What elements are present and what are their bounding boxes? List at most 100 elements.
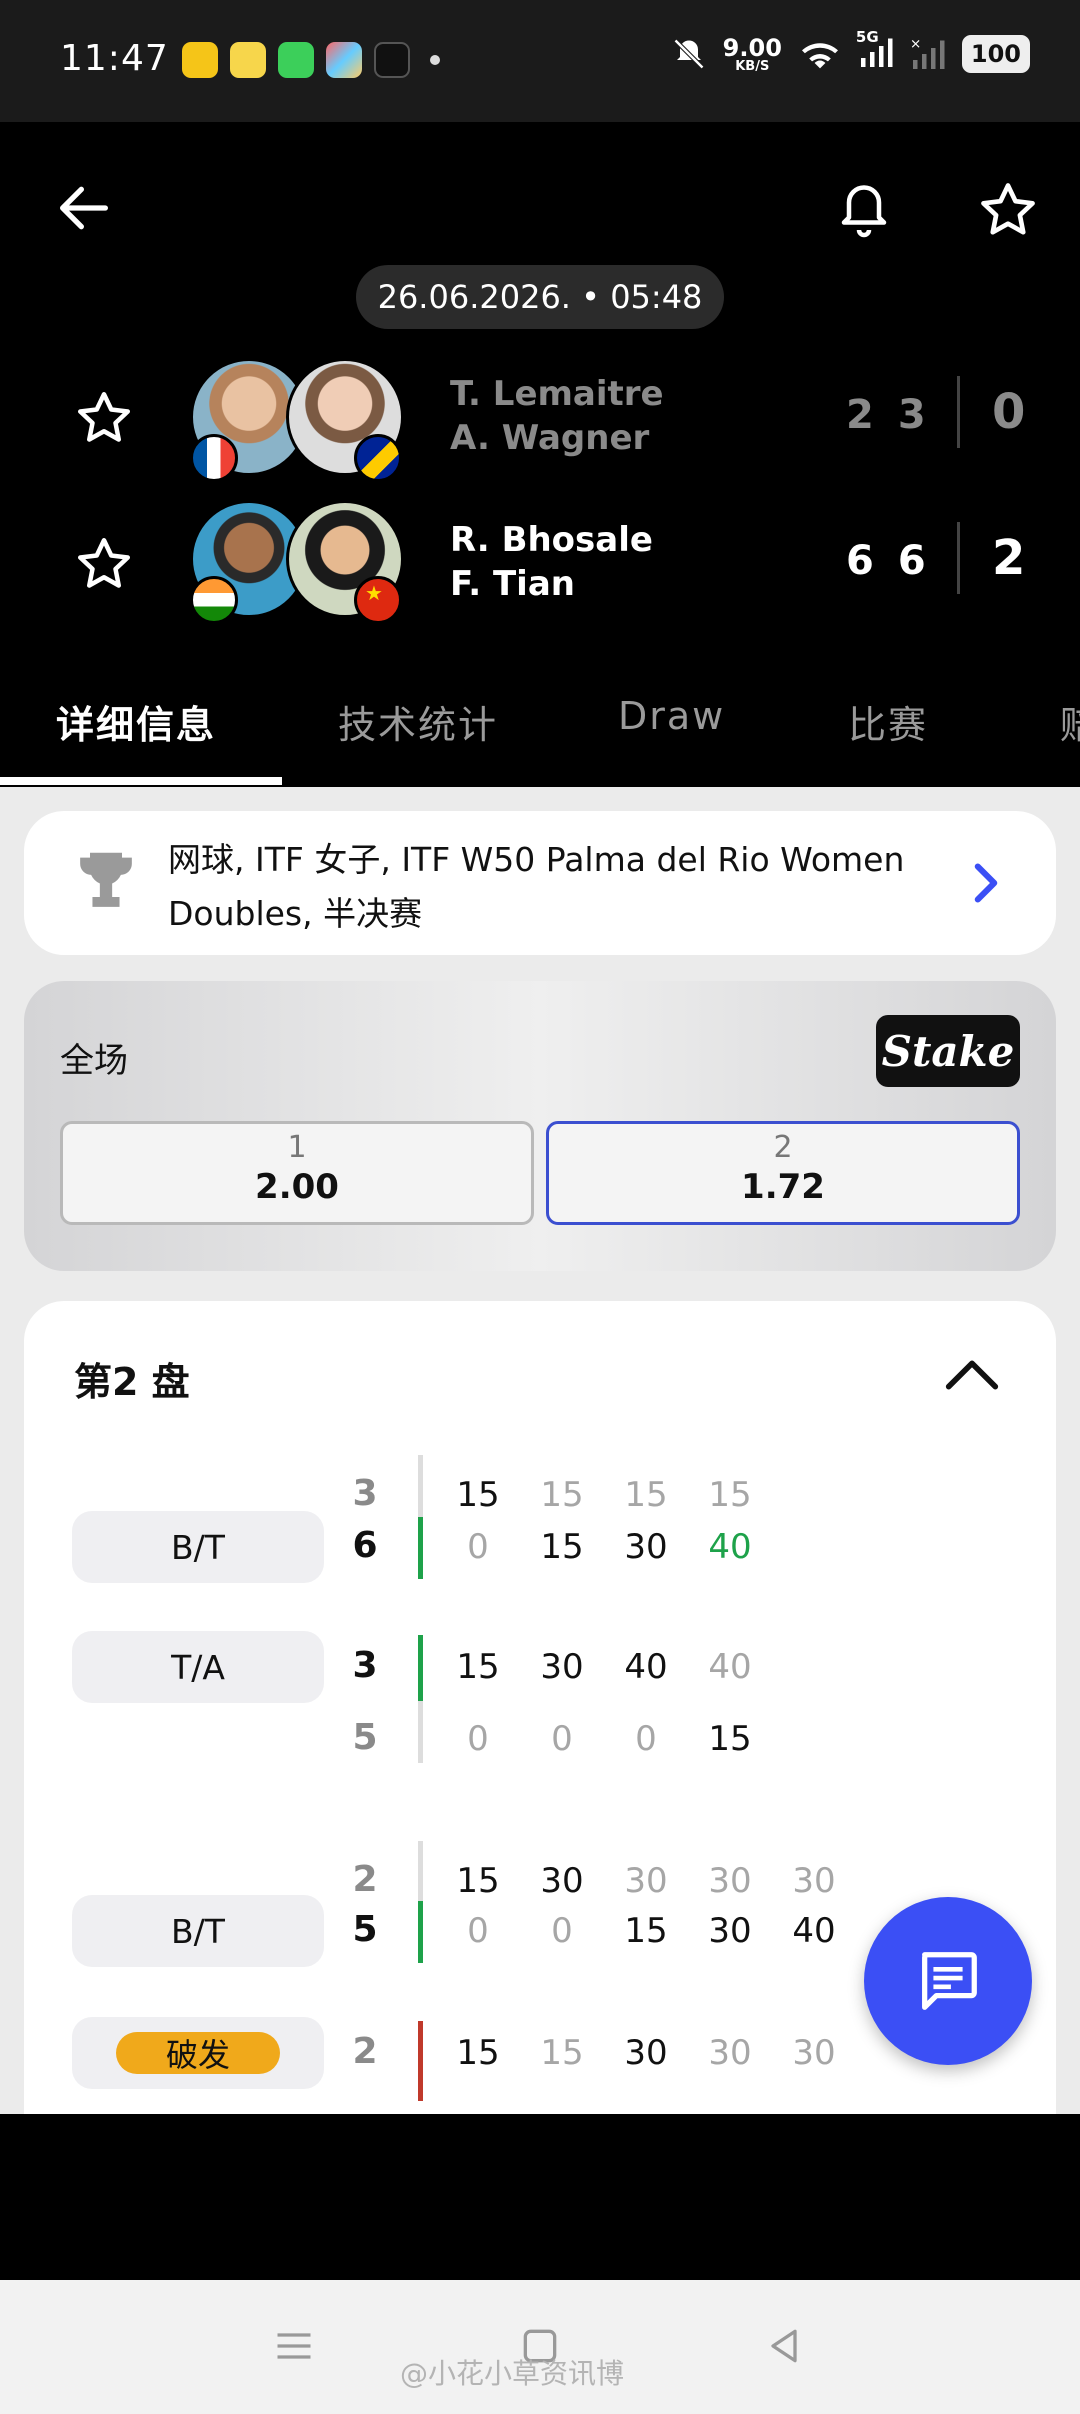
star-icon [78, 392, 130, 442]
league-name: 网球, ITF 女子, ITF W50 Palma del Rio Women … [168, 840, 905, 933]
score-divider [957, 376, 960, 448]
odds-card: 全场 Stake 1 2.00 2 1.72 [24, 981, 1056, 1271]
team-1-names: T. Lemaitre A. Wagner [450, 372, 664, 460]
more-notifications-dot [430, 55, 440, 65]
server-bar [418, 1701, 423, 1763]
server-bar [418, 1517, 423, 1579]
break-badge: 破发 [116, 2032, 280, 2074]
games-count: 2 [352, 1859, 378, 1900]
score-divider [957, 522, 960, 594]
gallery-app-icon [326, 42, 362, 78]
star-icon [981, 183, 1035, 235]
back-arrow-icon [60, 186, 108, 230]
odds-option-2[interactable]: 2 1.72 [546, 1121, 1020, 1225]
point-sequence: 0 0 0 15 [467, 1719, 752, 1759]
tab-matches[interactable]: 比赛 [848, 694, 928, 749]
point-sequence: 15 15 30 30 30 [456, 2033, 836, 2073]
bottom-black-area [0, 2114, 1080, 2280]
menu-nav-icon[interactable] [272, 2324, 316, 2368]
player-name: T. Lemaitre [450, 374, 664, 414]
server-bar [418, 1901, 423, 1963]
league-card[interactable]: 网球, ITF 女子, ITF W50 Palma del Rio Women … [24, 811, 1056, 955]
wifi-icon [801, 43, 838, 69]
server-pill: B/T [72, 1895, 324, 1967]
notification-icons [182, 42, 440, 78]
chevron-right-icon [974, 863, 998, 903]
collapse-chevron-icon[interactable] [944, 1357, 1000, 1393]
tiktok-app-icon [374, 42, 410, 78]
tab-bar: 详细信息 技术统计 Draw 比赛 赔 [0, 662, 1080, 787]
match-header: 26.06.2026. • 05:48 T. Lemaitre A. Wagne… [0, 122, 1080, 787]
team-row-2[interactable]: ★ R. Bhosale F. Tian 6 6 2 [0, 500, 1080, 630]
back-button[interactable] [48, 172, 120, 244]
france-flag-icon [190, 434, 238, 482]
games-count: 5 [352, 1717, 378, 1758]
games-count: 6 [352, 1525, 378, 1566]
game-score: 6 [846, 538, 874, 584]
network-speed: 9.00 KB/S [722, 33, 782, 74]
player-name: R. Bhosale [450, 520, 653, 560]
server-pill: T/A [72, 1631, 324, 1703]
favorite-match-button[interactable] [970, 172, 1046, 248]
chat-icon [922, 1952, 977, 2010]
battery-indicator: 100 [961, 35, 1030, 73]
games-count: 5 [352, 1909, 378, 1950]
bosnia-flag-icon [354, 434, 402, 482]
back-nav-icon[interactable] [762, 2324, 806, 2368]
notification-button[interactable] [826, 172, 902, 248]
team-2-sets: 2 [992, 530, 1026, 586]
point-sequence: 15 30 30 30 30 [456, 1861, 836, 1901]
tab-draw[interactable]: Draw [618, 694, 725, 738]
status-time: 11:47 [60, 38, 169, 79]
server-pill: B/T [72, 1511, 324, 1583]
match-datetime: 26.06.2026. • 05:48 [356, 265, 724, 329]
star-icon [78, 538, 130, 588]
trophy-icon [80, 852, 132, 907]
break-pill: 破发 [72, 2017, 324, 2089]
player-name: A. Wagner [450, 418, 650, 458]
odds-market-title: 全场 [60, 1041, 128, 1081]
china-flag-icon: ★ [354, 576, 402, 624]
point-sequence: 0 0 15 30 40 [467, 1911, 836, 1951]
messages-app-icon [278, 42, 314, 78]
player-name: F. Tian [450, 564, 575, 604]
stake-logo[interactable]: Stake [876, 1015, 1020, 1087]
active-tab-indicator [0, 777, 282, 785]
set-title: 第2 盘 [74, 1360, 190, 1404]
favorite-team-button[interactable] [74, 388, 134, 452]
point-sequence: 15 15 15 15 [456, 1475, 752, 1515]
system-nav-bar: @小花小草资讯博 [0, 2280, 1080, 2414]
tab-details[interactable]: 详细信息 [56, 694, 216, 749]
team-2-names: R. Bhosale F. Tian [450, 518, 653, 606]
server-bar [418, 1455, 423, 1517]
bell-icon [841, 185, 887, 238]
games-count: 2 [352, 2031, 378, 2072]
favorite-team-button[interactable] [74, 534, 134, 598]
point-sequence: 15 30 40 40 [456, 1647, 752, 1687]
signal-weak-icon: × [910, 36, 945, 69]
india-flag-icon [190, 576, 238, 624]
signal-5g: 5G [856, 28, 894, 74]
game-score: 3 [897, 392, 926, 438]
games-count: 3 [352, 1645, 378, 1686]
team-1-games: 2 3 [846, 392, 926, 438]
watermark: @小花小草资讯博 [400, 2357, 625, 2390]
team-1-sets: 0 [992, 384, 1026, 440]
server-bar [418, 1841, 423, 1903]
game-app-icon [230, 42, 266, 78]
odds-option-1[interactable]: 1 2.00 [60, 1121, 534, 1225]
server-bar [418, 1635, 423, 1701]
team-2-games: 6 6 [846, 538, 926, 584]
chat-fab-button[interactable] [864, 1897, 1032, 2065]
status-bar: 11:47 9.00 KB/S 5G × 100 [0, 0, 1080, 122]
svg-text:×: × [910, 36, 921, 52]
point-sequence: 0 15 30 40 [467, 1527, 752, 1567]
tab-statistics[interactable]: 技术统计 [338, 694, 498, 749]
games-count: 3 [352, 1473, 378, 1514]
tab-odds[interactable]: 赔 [1060, 694, 1080, 749]
team-row-1[interactable]: T. Lemaitre A. Wagner 2 3 0 [0, 354, 1080, 484]
server-bar [418, 2021, 423, 2101]
mute-bell-icon [673, 38, 704, 70]
game-score: 2 [846, 392, 874, 438]
weibo-app-icon [182, 42, 218, 78]
